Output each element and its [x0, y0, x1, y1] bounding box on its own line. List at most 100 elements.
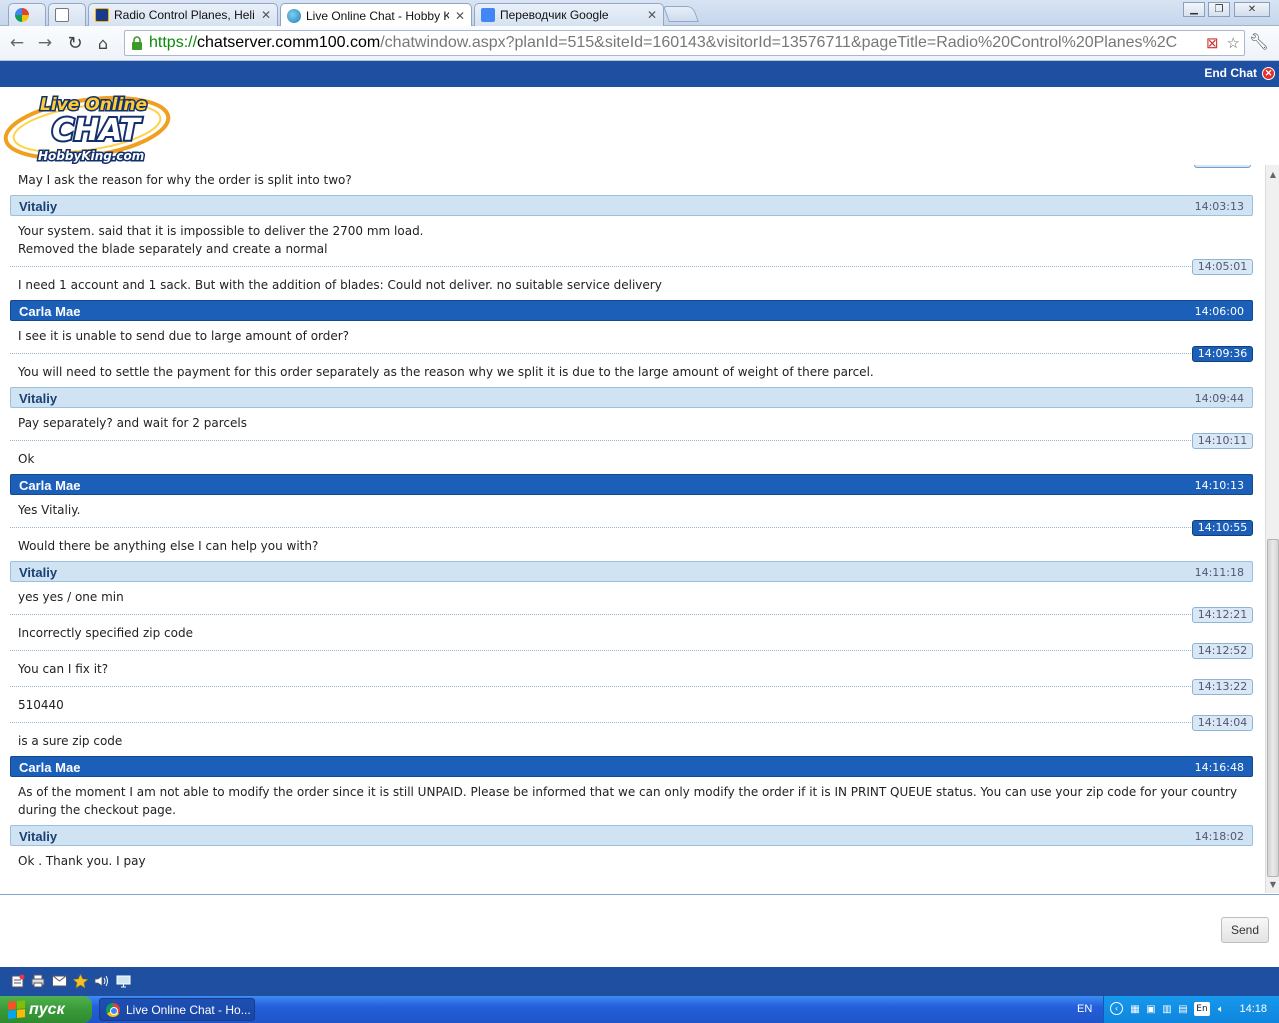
agent-message-header: Carla Mae 14:06:00 — [10, 300, 1253, 321]
message-time-pill: 14:12:21 — [1192, 607, 1253, 623]
chat-transcript[interactable]: May I ask the reason for why the order i… — [0, 165, 1264, 893]
monitor-icon[interactable]: ▣ — [1144, 1002, 1158, 1016]
scroll-thumb[interactable] — [1267, 539, 1279, 877]
reload-icon[interactable]: ↻ — [64, 32, 86, 54]
message-time-pill: 14:14:04 — [1192, 715, 1253, 731]
sender-name: Carla Mae — [19, 304, 81, 319]
sender-name: Vitaliy — [19, 829, 58, 844]
message-separator: 14:13:22 — [10, 678, 1253, 696]
back-icon[interactable]: ← — [6, 32, 28, 54]
browser-tab-strip: Radio Control Planes, Helicop ✕ Live Onl… — [0, 0, 1279, 27]
message-separator: 14:10:11 — [10, 432, 1253, 450]
message-separator: 14:05:01 — [10, 258, 1253, 276]
message-text: I see it is unable to send due to large … — [18, 329, 350, 343]
page-icon — [55, 8, 69, 22]
tab-live-online-chat[interactable]: Live Online Chat - Hobby King ✕ — [280, 3, 472, 27]
transcript-scrollbar[interactable]: ▲ ▼ — [1265, 165, 1279, 893]
sender-name: Vitaliy — [19, 565, 58, 580]
system-tray: ‹ ▦ ▣ ▥ ▤ En 🔈︎ 14:18 — [1103, 996, 1279, 1023]
message-composer[interactable] — [0, 895, 1279, 967]
address-bar[interactable]: https://chatserver.comm100.com/chatwindo… — [124, 30, 1245, 56]
sender-name: Vitaliy — [19, 391, 58, 406]
message-text: Ok — [18, 452, 35, 466]
bookmark-star-icon[interactable]: ☆ — [1227, 34, 1240, 52]
app-tray-icon[interactable]: ▤ — [1176, 1002, 1190, 1016]
url-path: /chatwindow.aspx?planId=515&siteId=16014… — [380, 34, 1178, 51]
windows-flag-icon — [8, 1000, 25, 1019]
print-icon[interactable] — [30, 974, 45, 988]
message-text: Removed the blade separately and create … — [18, 242, 328, 256]
rate-star-icon[interactable] — [73, 973, 88, 988]
message-body: I see it is unable to send due to large … — [10, 321, 1253, 387]
message-separator: 14:09:36 — [10, 345, 1253, 363]
message-text: Yes Vitaliy. — [18, 503, 81, 517]
forward-icon[interactable]: → — [34, 32, 56, 54]
message-body: Yes Vitaliy. 14:10:55 Would there be anyth… — [10, 495, 1253, 561]
message-time-pill: 14:10:11 — [1192, 433, 1253, 449]
message-time: 14:03:13 — [1194, 200, 1244, 213]
send-button[interactable]: Send — [1221, 917, 1269, 943]
tab-radio-control-planes[interactable]: Radio Control Planes, Helicop ✕ — [88, 3, 278, 26]
sound-icon[interactable] — [94, 974, 109, 988]
message-text: You will need to settle the payment for … — [18, 365, 874, 379]
new-tab-button[interactable] — [663, 6, 699, 22]
message-text: Pay separately? and wait for 2 parcels — [18, 416, 247, 430]
taskbar-window-button[interactable]: Live Online Chat - Ho... — [99, 998, 255, 1021]
tab-blank-page[interactable] — [48, 3, 86, 26]
network-icon[interactable]: ▦ — [1128, 1002, 1142, 1016]
restore-button[interactable]: ❐ — [1208, 2, 1230, 17]
message-text: Would there be anything else I can help … — [18, 539, 319, 553]
scroll-up-arrow-icon[interactable]: ▲ — [1266, 167, 1279, 181]
close-tab-icon[interactable]: ✕ — [455, 9, 465, 23]
screen-icon[interactable] — [116, 974, 131, 988]
message-separator: 14:12:21 — [10, 606, 1253, 624]
google-s-icon — [15, 8, 29, 22]
message-body: Ok . Thank you. I pay — [10, 846, 1253, 876]
tab-label: Radio Control Planes, Helicop — [114, 8, 255, 22]
close-tab-icon[interactable]: ✕ — [647, 8, 657, 22]
scroll-down-arrow-icon[interactable]: ▼ — [1266, 877, 1279, 891]
transcript-icon[interactable] — [10, 974, 25, 988]
language-indicator[interactable]: EN — [1077, 1003, 1092, 1015]
wrench-menu-icon[interactable]: 🔧︎ — [1249, 32, 1269, 51]
message-list: May I ask the reason for why the order i… — [10, 165, 1253, 876]
message-time-pill: 14:05:01 — [1192, 259, 1253, 275]
start-label: пуск — [29, 1000, 65, 1018]
message-text: May I ask the reason for why the order i… — [18, 173, 352, 187]
tab-label: Переводчик Google — [500, 8, 609, 22]
start-button[interactable]: пуск — [0, 996, 92, 1023]
visitor-message-header: Vitaliy 14:18:02 — [10, 825, 1253, 846]
tab-google-search[interactable] — [8, 3, 46, 26]
email-icon[interactable] — [52, 974, 67, 988]
message-text: Incorrectly specified zip code — [18, 626, 193, 640]
close-tab-icon[interactable]: ✕ — [261, 8, 271, 22]
taskbar-window-label: Live Online Chat - Ho... — [126, 1002, 251, 1017]
message-time: 14:11:18 — [1194, 566, 1244, 579]
taskmgr-icon[interactable]: ▥ — [1160, 1002, 1174, 1016]
tray-lang-icon[interactable]: En — [1194, 1002, 1210, 1016]
end-chat-label: End Chat — [1204, 66, 1257, 80]
show-hidden-icons-icon[interactable]: ‹ — [1110, 1002, 1123, 1015]
logo-line2: CHAT — [52, 113, 142, 148]
message-body: Your system. said that it is impossible … — [10, 216, 1253, 300]
volume-icon[interactable]: 🔈︎ — [1214, 1002, 1228, 1016]
minimize-button[interactable]: ▁ — [1183, 2, 1205, 17]
message-time: 14:06:00 — [1194, 305, 1244, 318]
sender-name: Carla Mae — [19, 478, 81, 493]
url-scheme: https:// — [149, 34, 198, 51]
end-chat-button[interactable]: End Chat ✕ — [1204, 66, 1275, 80]
agent-message-header: Carla Mae 14:10:13 — [10, 474, 1253, 495]
home-icon[interactable]: ⌂ — [92, 32, 114, 54]
blocked-content-icon[interactable]: ⊠ — [1206, 34, 1219, 52]
close-window-button[interactable]: ✕ — [1234, 2, 1270, 17]
message-body: Pay separately? and wait for 2 parcels 14… — [10, 408, 1253, 474]
browser-toolbar: ← → ↻ ⌂ https://chatserver.comm100.com/c… — [0, 26, 1279, 61]
message-time: 14:18:02 — [1194, 830, 1244, 843]
message-time: 14:09:44 — [1194, 392, 1244, 405]
message-body: yes yes / one min 14:12:21 Incorrectly spe… — [10, 582, 1253, 756]
tab-label: Live Online Chat - Hobby King — [306, 8, 449, 23]
message-time-pill: 14:13:22 — [1192, 679, 1253, 695]
tab-google-translate[interactable]: Переводчик Google ✕ — [474, 3, 664, 26]
message-time-pill: 14:10:55 — [1192, 520, 1253, 536]
globe-icon — [287, 8, 301, 23]
